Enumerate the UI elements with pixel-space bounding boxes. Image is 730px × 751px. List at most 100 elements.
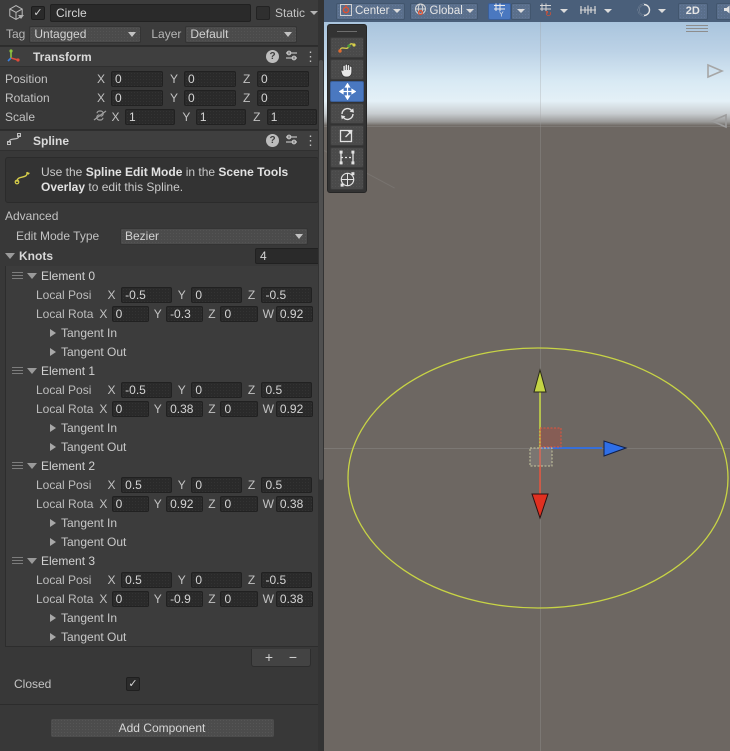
position-y-field[interactable]: 0 xyxy=(184,70,236,87)
knot1-rotation-z[interactable]: 0 xyxy=(220,400,258,417)
knot2-position-y[interactable]: 0 xyxy=(191,476,242,493)
knot-element-header[interactable]: Element 3 xyxy=(6,551,318,570)
tangent-in-foldout-icon[interactable] xyxy=(50,518,56,527)
handle-space-button[interactable]: Global xyxy=(409,2,478,20)
scale-y-field[interactable]: 1 xyxy=(195,108,247,125)
gameobject-enabled-checkbox[interactable]: ✓ xyxy=(31,6,45,20)
tool-transform[interactable] xyxy=(330,169,364,190)
component-menu-icon[interactable]: ⋮ xyxy=(304,134,317,147)
scale-x-field[interactable]: 1 xyxy=(125,108,176,125)
knot0-position-z[interactable]: -0.5 xyxy=(261,286,313,303)
rotation-x-field[interactable]: 0 xyxy=(111,89,163,106)
element-foldout-icon[interactable] xyxy=(27,462,37,469)
element-foldout-icon[interactable] xyxy=(27,557,37,564)
knot2-position-x[interactable]: 0.5 xyxy=(121,476,172,493)
scene-view-lighting-button[interactable] xyxy=(634,3,654,20)
tangent-out-foldout-icon[interactable] xyxy=(50,347,56,356)
static-checkbox[interactable] xyxy=(255,6,270,20)
pivot-mode-button[interactable]: Center xyxy=(336,2,405,20)
grid-snapping-button[interactable]: ↻ xyxy=(535,3,556,20)
knot3-rotation-z[interactable]: 0 xyxy=(220,590,258,607)
knot2-rotation-y[interactable]: 0.92 xyxy=(166,495,204,512)
tool-move[interactable] xyxy=(330,81,364,102)
drag-handle-icon[interactable] xyxy=(12,272,23,279)
inspector-scrollbar-thumb[interactable] xyxy=(319,60,323,480)
constrain-proportions-icon[interactable] xyxy=(93,109,107,124)
toggle-2d-button[interactable]: 2D xyxy=(677,2,708,20)
position-x-field[interactable]: 0 xyxy=(111,70,163,87)
remove-knot-button[interactable]: − xyxy=(282,650,304,664)
tangent-out-foldout-icon[interactable] xyxy=(50,537,56,546)
knot0-rotation-y[interactable]: -0.3 xyxy=(166,305,204,322)
tangent-in-row[interactable]: Tangent In xyxy=(6,323,318,342)
layer-dropdown[interactable]: Default xyxy=(185,25,298,43)
knots-count-field[interactable]: 4 xyxy=(255,248,321,264)
tangent-out-foldout-icon[interactable] xyxy=(50,442,56,451)
grid-axis-button[interactable]: Y xyxy=(487,2,511,20)
knot1-position-z[interactable]: 0.5 xyxy=(261,381,313,398)
increment-snapping-dropdown[interactable] xyxy=(600,3,616,20)
knot2-rotation-z[interactable]: 0 xyxy=(220,495,258,512)
knot3-rotation-y[interactable]: -0.9 xyxy=(166,590,204,607)
knots-header-row[interactable]: Knots 4 xyxy=(0,246,324,266)
tangent-in-foldout-icon[interactable] xyxy=(50,423,56,432)
tool-scale[interactable] xyxy=(330,125,364,146)
gizmo-axis-x-arrow[interactable] xyxy=(603,440,628,457)
knot-element-header[interactable]: Element 1 xyxy=(6,361,318,380)
tangent-in-row[interactable]: Tangent In xyxy=(6,418,318,437)
rotation-z-field[interactable]: 0 xyxy=(257,89,309,106)
scale-z-field[interactable]: 1 xyxy=(266,108,317,125)
overlay-drag-handle[interactable] xyxy=(330,27,364,36)
knot2-rotation-w[interactable]: 0.38 xyxy=(275,495,314,512)
add-knot-button[interactable]: + xyxy=(258,650,280,664)
drag-handle-icon[interactable] xyxy=(12,462,23,469)
preset-icon[interactable] xyxy=(285,49,298,65)
element-foldout-icon[interactable] xyxy=(27,272,37,279)
gizmo-plane-handle-zx[interactable] xyxy=(539,427,562,448)
knot1-position-x[interactable]: -0.5 xyxy=(121,381,172,398)
closed-checkbox[interactable]: ✓ xyxy=(126,677,140,691)
knot0-position-x[interactable]: -0.5 xyxy=(121,286,172,303)
drag-handle-icon[interactable] xyxy=(12,367,23,374)
grid-axis-dropdown[interactable] xyxy=(510,2,531,20)
knot3-rotation-x[interactable]: 0 xyxy=(111,590,149,607)
gizmo-axis-y-arrow[interactable] xyxy=(533,368,547,393)
knot3-position-z[interactable]: -0.5 xyxy=(261,571,313,588)
scene-view[interactable]: Center Global Y ↻ 2D xyxy=(324,0,730,751)
help-icon[interactable]: ? xyxy=(266,50,279,63)
drag-handle-icon[interactable] xyxy=(12,557,23,564)
tangent-in-row[interactable]: Tangent In xyxy=(6,608,318,627)
element-foldout-icon[interactable] xyxy=(27,367,37,374)
tangent-out-row[interactable]: Tangent Out xyxy=(6,342,318,361)
audio-toggle-button[interactable] xyxy=(715,2,730,20)
knot2-rotation-x[interactable]: 0 xyxy=(111,495,149,512)
knot3-rotation-w[interactable]: 0.38 xyxy=(275,590,314,607)
tangent-in-row[interactable]: Tangent In xyxy=(6,513,318,532)
overlay-drag-handle-top[interactable] xyxy=(686,25,708,32)
position-z-field[interactable]: 0 xyxy=(257,70,309,87)
tangent-out-foldout-icon[interactable] xyxy=(50,632,56,641)
add-component-button[interactable]: Add Component xyxy=(49,718,275,738)
knot3-position-x[interactable]: 0.5 xyxy=(121,571,172,588)
knot1-position-y[interactable]: 0 xyxy=(191,381,242,398)
knot2-position-z[interactable]: 0.5 xyxy=(261,476,313,493)
preset-icon[interactable] xyxy=(285,133,298,149)
transform-component-header[interactable]: Transform ? ⋮ xyxy=(0,46,324,67)
knot0-rotation-z[interactable]: 0 xyxy=(220,305,258,322)
knot0-rotation-w[interactable]: 0.92 xyxy=(275,305,314,322)
gameobject-icon-dropdown-caret[interactable] xyxy=(18,15,24,19)
scene-view-lighting-dropdown[interactable] xyxy=(654,3,670,20)
knot0-position-y[interactable]: 0 xyxy=(191,286,242,303)
tool-rotate[interactable] xyxy=(330,103,364,124)
knot1-rotation-x[interactable]: 0 xyxy=(111,400,149,417)
tool-hand[interactable] xyxy=(330,59,364,80)
rotation-y-field[interactable]: 0 xyxy=(184,89,236,106)
gizmo-plane-handle-xy[interactable] xyxy=(529,447,553,467)
knot0-rotation-x[interactable]: 0 xyxy=(111,305,149,322)
overlay-expand-arrow-icon[interactable] xyxy=(706,112,730,130)
component-menu-icon[interactable]: ⋮ xyxy=(304,50,317,63)
tangent-out-row[interactable]: Tangent Out xyxy=(6,627,318,646)
knots-foldout-icon[interactable] xyxy=(5,253,15,259)
tangent-in-foldout-icon[interactable] xyxy=(50,328,56,337)
tag-dropdown[interactable]: Untagged xyxy=(29,25,142,43)
